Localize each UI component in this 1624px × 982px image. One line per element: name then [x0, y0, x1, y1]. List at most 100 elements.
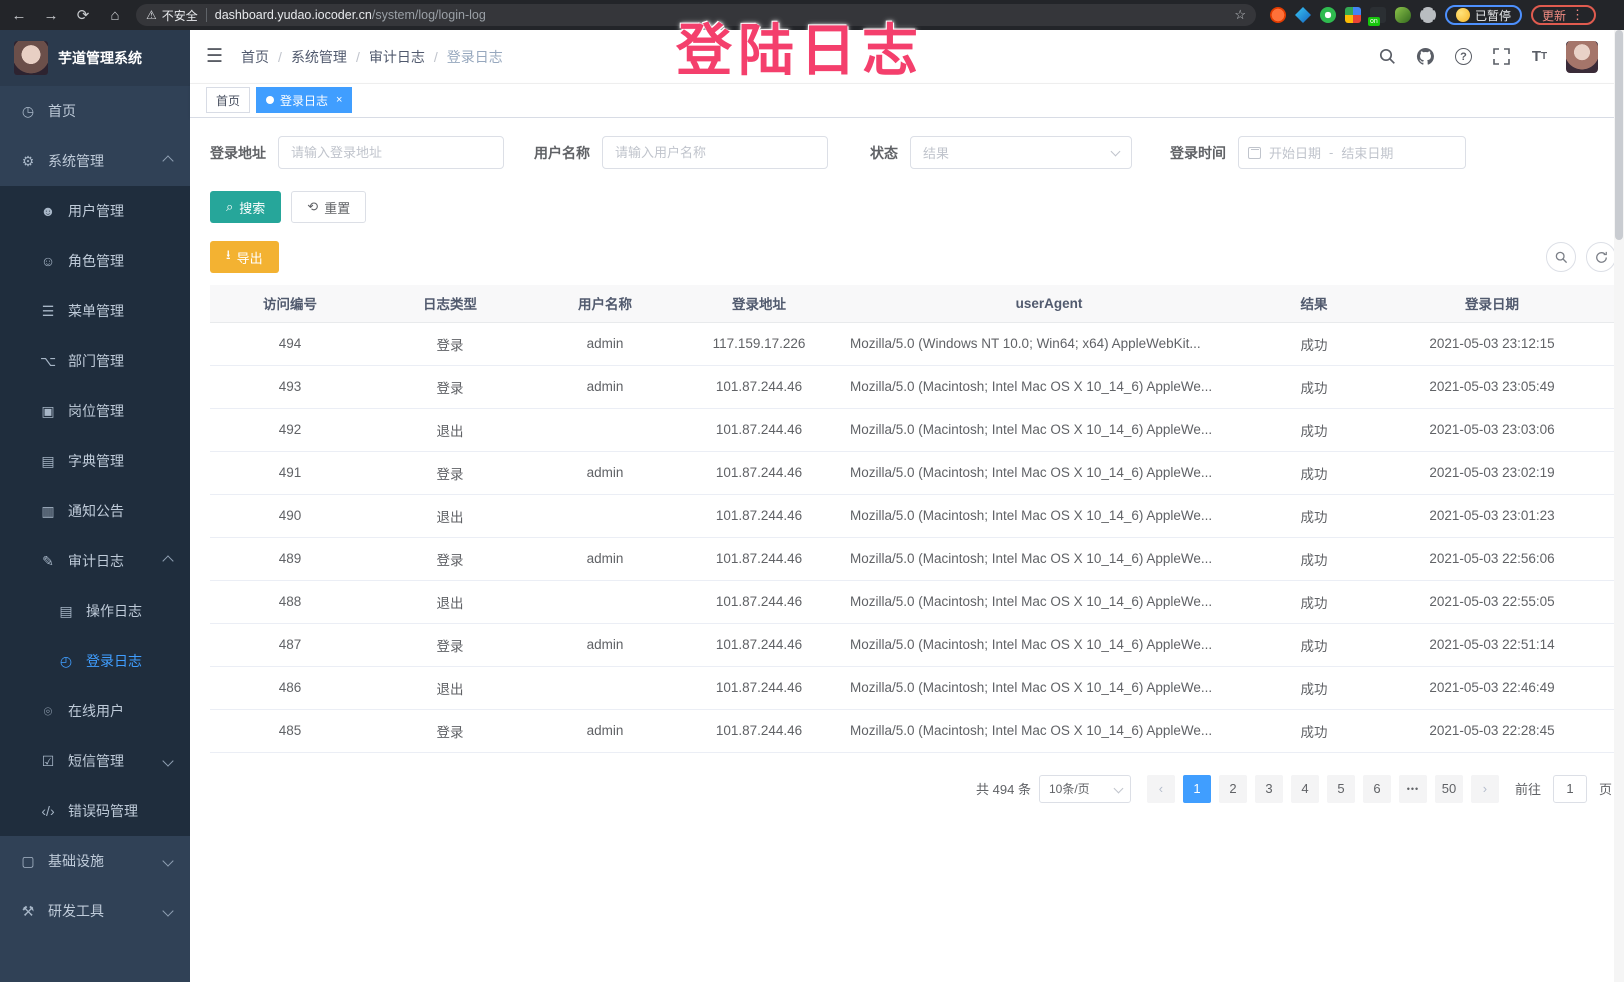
search-button-icon: ⌕ — [226, 199, 233, 215]
bookmark-star-icon[interactable]: ☆ — [1234, 7, 1246, 23]
extension-icon[interactable] — [1320, 7, 1336, 23]
table-row[interactable]: 491登录admin101.87.244.46Mozilla/5.0 (Maci… — [210, 451, 1616, 494]
cell-result: 成功 — [1260, 408, 1368, 451]
sidebar-collapse-icon[interactable]: ☰ — [206, 45, 223, 68]
browser-reload-icon[interactable]: ⟳ — [72, 6, 94, 24]
extension-icon[interactable] — [1345, 7, 1361, 23]
sidebar-item-operation-log[interactable]: ▤ 操作日志 — [0, 586, 190, 636]
refresh-icon[interactable] — [1586, 242, 1616, 272]
github-icon[interactable] — [1414, 46, 1436, 68]
table-row[interactable]: 492退出101.87.244.46Mozilla/5.0 (Macintosh… — [210, 408, 1616, 451]
table-row[interactable]: 485登录admin101.87.244.46Mozilla/5.0 (Maci… — [210, 709, 1616, 752]
font-size-icon[interactable]: TT — [1528, 46, 1550, 68]
sidebar-item-dev-tools[interactable]: ⚒ 研发工具 — [0, 886, 190, 936]
scrollbar-thumb[interactable] — [1615, 30, 1623, 240]
sidebar-item-post-management[interactable]: ▣ 岗位管理 — [0, 386, 190, 436]
extension-icon[interactable] — [1270, 7, 1286, 23]
page-button[interactable]: 2 — [1219, 775, 1247, 803]
browser-home-icon[interactable]: ⌂ — [104, 7, 126, 24]
tab-home[interactable]: 首页 — [206, 87, 250, 113]
browser-menu-dots-icon[interactable]: ⋮ — [1571, 7, 1585, 23]
date-range-picker[interactable]: 开始日期 - 结束日期 — [1238, 136, 1466, 169]
cell-result: 成功 — [1260, 623, 1368, 666]
table-row[interactable]: 488退出101.87.244.46Mozilla/5.0 (Macintosh… — [210, 580, 1616, 623]
next-page-button[interactable]: › — [1471, 775, 1499, 803]
toggle-search-icon[interactable] — [1546, 242, 1576, 272]
paused-extension-pill[interactable]: 已暂停 — [1445, 5, 1522, 25]
reset-button[interactable]: ⟲ 重置 — [291, 191, 366, 223]
gear-icon: ⚙ — [20, 153, 36, 170]
table-row[interactable]: 494登录admin117.159.17.226Mozilla/5.0 (Win… — [210, 322, 1616, 365]
page-button[interactable]: 3 — [1255, 775, 1283, 803]
sidebar-item-infrastructure[interactable]: ▢ 基础设施 — [0, 836, 190, 886]
table-row[interactable]: 486退出101.87.244.46Mozilla/5.0 (Macintosh… — [210, 666, 1616, 709]
table-row[interactable]: 489登录admin101.87.244.46Mozilla/5.0 (Maci… — [210, 537, 1616, 580]
security-chip[interactable]: ⚠ 不安全 — [146, 7, 198, 24]
cell-result: 成功 — [1260, 494, 1368, 537]
help-icon[interactable]: ? — [1452, 46, 1474, 68]
fullscreen-icon[interactable] — [1490, 46, 1512, 68]
table-row[interactable]: 490退出101.87.244.46Mozilla/5.0 (Macintosh… — [210, 494, 1616, 537]
table-row[interactable]: 493登录admin101.87.244.46Mozilla/5.0 (Maci… — [210, 365, 1616, 408]
status-label: 状态 — [870, 143, 898, 163]
sidebar-item-audit-log[interactable]: ✎ 审计日志 — [0, 536, 190, 586]
sidebar-item-notice[interactable]: ▥ 通知公告 — [0, 486, 190, 536]
user-avatar[interactable] — [1566, 41, 1598, 73]
export-button[interactable]: ⭳ 导出 — [210, 241, 279, 273]
sidebar-item-login-log[interactable]: ◴ 登录日志 — [0, 636, 190, 686]
puzzle-extension-icon[interactable] — [1420, 7, 1436, 23]
page-button[interactable]: 6 — [1363, 775, 1391, 803]
prev-page-button[interactable]: ‹ — [1147, 775, 1175, 803]
sidebar-item-errorcode-management[interactable]: ‹/› 错误码管理 — [0, 786, 190, 836]
breadcrumb-item[interactable]: 审计日志 — [369, 47, 425, 67]
sidebar-item-system-management[interactable]: ⚙ 系统管理 — [0, 136, 190, 186]
browser-back-icon[interactable]: ← — [8, 7, 30, 24]
more-pages-icon[interactable]: ••• — [1399, 775, 1427, 803]
sidebar-item-home[interactable]: ◷ 首页 — [0, 86, 190, 136]
update-button[interactable]: 更新 ⋮ — [1531, 5, 1596, 25]
app-logo[interactable]: 芋道管理系统 — [0, 30, 190, 86]
sidebar-item-online-users[interactable]: ⌾ 在线用户 — [0, 686, 190, 736]
sidebar-item-dept-management[interactable]: ⌥ 部门管理 — [0, 336, 190, 386]
toolbar-right — [1546, 242, 1616, 272]
sidebar: 芋道管理系统 ◷ 首页 ⚙ 系统管理 ☻ 用户管理 ☺ 角色管理 ☰ 菜单管理 — [0, 30, 190, 982]
page-size-select[interactable]: 10条/页 — [1039, 775, 1131, 803]
search-icon[interactable] — [1376, 46, 1398, 68]
goto-page-input[interactable] — [1553, 775, 1587, 803]
cell-result: 成功 — [1260, 666, 1368, 709]
cell-user: admin — [530, 322, 680, 365]
extension-icon[interactable] — [1395, 7, 1411, 23]
range-separator: - — [1329, 145, 1333, 160]
breadcrumb-item[interactable]: 系统管理 — [291, 47, 347, 67]
cell-user: admin — [530, 623, 680, 666]
cell-id: 492 — [210, 408, 370, 451]
status-select[interactable]: 结果 — [910, 136, 1132, 169]
tab-login-log[interactable]: 登录日志 × — [256, 87, 352, 113]
search-button[interactable]: ⌕ 搜索 — [210, 191, 281, 223]
cell-useragent: Mozilla/5.0 (Macintosh; Intel Mac OS X 1… — [838, 408, 1260, 451]
browser-forward-icon[interactable]: → — [40, 7, 62, 24]
login-address-input[interactable] — [278, 136, 504, 169]
sidebar-item-sms-management[interactable]: ☑ 短信管理 — [0, 736, 190, 786]
chevron-down-icon — [162, 905, 173, 916]
page-button[interactable]: 5 — [1327, 775, 1355, 803]
extension-icon[interactable] — [1295, 7, 1311, 23]
extension-icon[interactable]: on — [1370, 7, 1386, 23]
cell-date: 2021-05-03 23:03:06 — [1368, 408, 1616, 451]
page-button[interactable]: 4 — [1291, 775, 1319, 803]
last-page-button[interactable]: 50 — [1435, 775, 1463, 803]
browser-scrollbar[interactable] — [1614, 30, 1624, 982]
username-input[interactable] — [602, 136, 828, 169]
login-time-label: 登录时间 — [1170, 143, 1226, 163]
breadcrumb-separator: / — [356, 49, 360, 65]
tab-close-icon[interactable]: × — [336, 94, 342, 106]
sidebar-item-dict-management[interactable]: ▤ 字典管理 — [0, 436, 190, 486]
sidebar-item-user-management[interactable]: ☻ 用户管理 — [0, 186, 190, 236]
table-row[interactable]: 487登录admin101.87.244.46Mozilla/5.0 (Maci… — [210, 623, 1616, 666]
sidebar-item-role-management[interactable]: ☺ 角色管理 — [0, 236, 190, 286]
page-button[interactable]: 1 — [1183, 775, 1211, 803]
sidebar-item-menu-management[interactable]: ☰ 菜单管理 — [0, 286, 190, 336]
breadcrumb-item[interactable]: 首页 — [241, 47, 269, 67]
app-title: 芋道管理系统 — [58, 48, 142, 68]
menu-list-icon: ☰ — [40, 303, 56, 320]
